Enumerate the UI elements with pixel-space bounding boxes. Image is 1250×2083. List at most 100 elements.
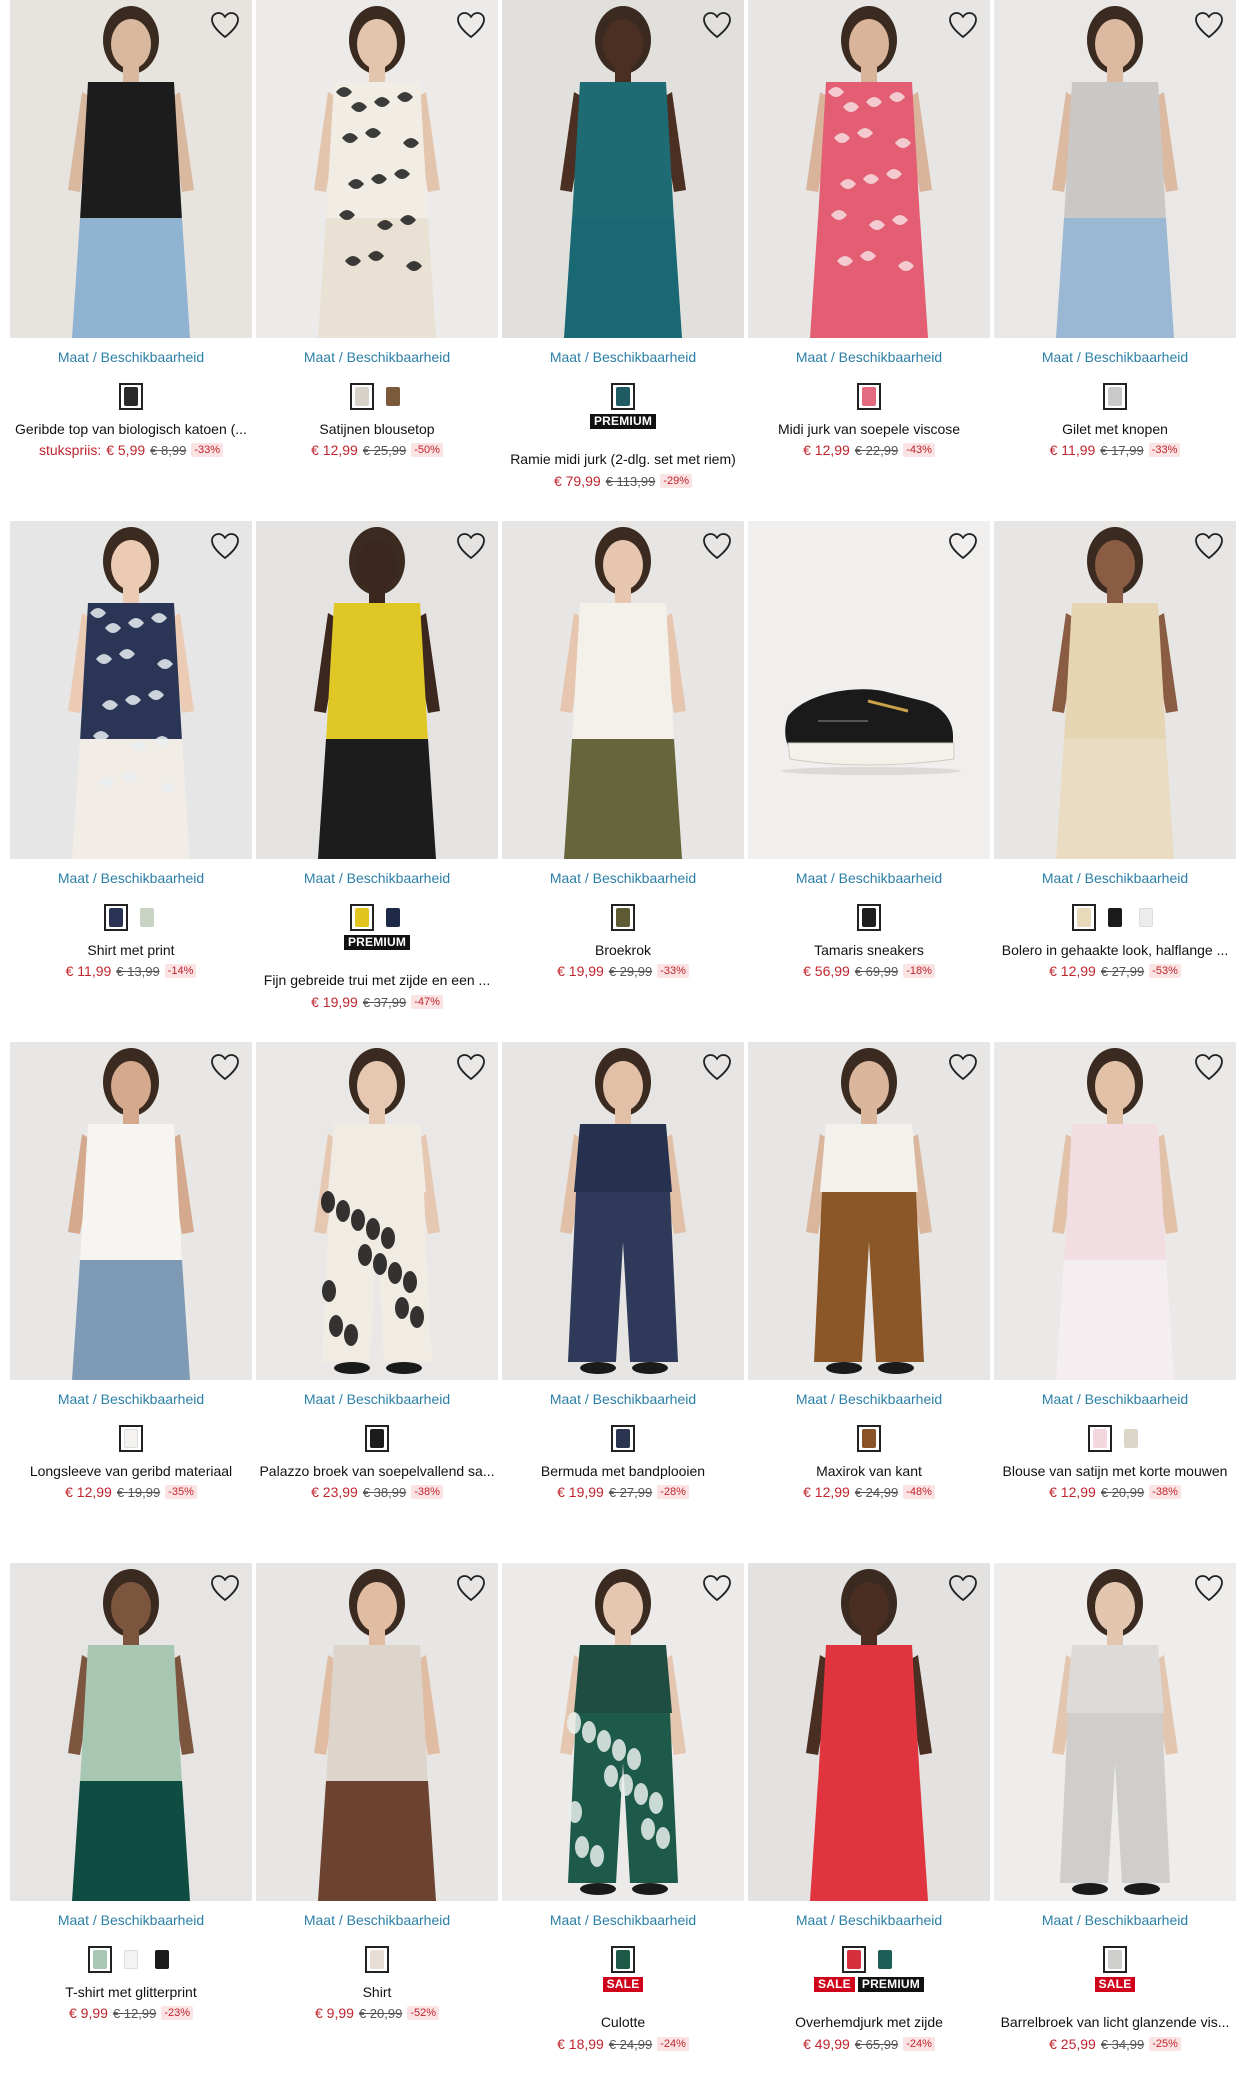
wishlist-heart-icon[interactable] <box>210 10 240 40</box>
product-card[interactable]: Maat / Beschikbaarheid Midi jurk van soep… <box>748 0 990 520</box>
product-card[interactable]: Maat / Beschikbaarheid Maxirok van kant € … <box>748 1042 990 1562</box>
wishlist-heart-icon[interactable] <box>702 1052 732 1082</box>
size-availability-link[interactable]: Maat / Beschikbaarheid <box>994 870 1236 886</box>
size-availability-link[interactable]: Maat / Beschikbaarheid <box>748 1912 990 1928</box>
product-image[interactable] <box>10 521 252 859</box>
product-image[interactable] <box>502 0 744 338</box>
product-card[interactable]: Maat / Beschikbaarheid Shirt € 9,99 € 20,99… <box>256 1563 498 2083</box>
color-swatch[interactable] <box>611 383 635 410</box>
product-image[interactable] <box>256 1563 498 1901</box>
color-swatch[interactable] <box>1134 904 1158 931</box>
product-image[interactable] <box>994 521 1236 859</box>
color-swatch[interactable] <box>365 1425 389 1452</box>
product-card[interactable]: Maat / Beschikbaarheid Palazzo broek van … <box>256 1042 498 1562</box>
color-swatch[interactable] <box>150 1946 174 1973</box>
wishlist-heart-icon[interactable] <box>948 10 978 40</box>
size-availability-link[interactable]: Maat / Beschikbaarheid <box>748 870 990 886</box>
wishlist-heart-icon[interactable] <box>1194 10 1224 40</box>
wishlist-heart-icon[interactable] <box>702 10 732 40</box>
color-swatch[interactable] <box>841 1946 866 1973</box>
color-swatch[interactable] <box>857 1425 881 1452</box>
product-image[interactable] <box>502 1042 744 1380</box>
product-title[interactable]: Broekrok <box>497 942 749 958</box>
color-swatch[interactable] <box>119 383 143 410</box>
product-title[interactable]: Shirt met print <box>5 942 257 958</box>
product-image[interactable] <box>256 0 498 338</box>
color-swatch[interactable] <box>611 904 635 931</box>
wishlist-heart-icon[interactable] <box>210 1573 240 1603</box>
product-card[interactable]: Maat / Beschikbaarheid Satijnen blousetop… <box>256 0 498 520</box>
color-swatch[interactable] <box>1103 904 1127 931</box>
color-swatch[interactable] <box>88 1946 112 1973</box>
product-title[interactable]: T-shirt met glitterprint <box>5 1984 257 2000</box>
size-availability-link[interactable]: Maat / Beschikbaarheid <box>502 1912 744 1928</box>
product-card[interactable]: Maat / Beschikbaarheid PREMIUM Fijn gebrei… <box>256 521 498 1041</box>
product-card[interactable]: Maat / Beschikbaarheid Bermuda met bandpl… <box>502 1042 744 1562</box>
size-availability-link[interactable]: Maat / Beschikbaarheid <box>994 1912 1236 1928</box>
product-title[interactable]: Tamaris sneakers <box>743 942 995 958</box>
wishlist-heart-icon[interactable] <box>456 531 486 561</box>
wishlist-heart-icon[interactable] <box>1194 531 1224 561</box>
size-availability-link[interactable]: Maat / Beschikbaarheid <box>10 1912 252 1928</box>
wishlist-heart-icon[interactable] <box>1194 1052 1224 1082</box>
product-title[interactable]: Shirt <box>251 1984 503 2000</box>
product-title[interactable]: Midi jurk van soepele viscose <box>743 421 995 437</box>
wishlist-heart-icon[interactable] <box>948 1573 978 1603</box>
product-title[interactable]: Culotte <box>497 2014 749 2030</box>
product-card[interactable]: Maat / Beschikbaarheid SALE Barrelbroek va… <box>994 1563 1236 2083</box>
product-card[interactable]: Maat / Beschikbaarheid Geribde top van bi… <box>10 0 252 520</box>
color-swatch[interactable] <box>349 383 374 410</box>
product-title[interactable]: Blouse van satijn met korte mouwen <box>989 1463 1241 1479</box>
size-availability-link[interactable]: Maat / Beschikbaarheid <box>256 1912 498 1928</box>
product-title[interactable]: Fijn gebreide trui met zijde en een ... <box>251 972 503 988</box>
product-image[interactable] <box>256 1042 498 1380</box>
product-card[interactable]: Maat / Beschikbaarheid SALE Culotte € 18,99… <box>502 1563 744 2083</box>
product-image[interactable] <box>748 1563 990 1901</box>
wishlist-heart-icon[interactable] <box>210 1052 240 1082</box>
color-swatch[interactable] <box>349 904 374 931</box>
color-swatch[interactable] <box>119 1425 143 1452</box>
size-availability-link[interactable]: Maat / Beschikbaarheid <box>10 1391 252 1407</box>
wishlist-heart-icon[interactable] <box>456 1052 486 1082</box>
product-card[interactable]: Maat / Beschikbaarheid PREMIUM Ramie midi … <box>502 0 744 520</box>
product-image[interactable] <box>994 1563 1236 1901</box>
product-card[interactable]: Maat / Beschikbaarheid SALE PREMIUM Overhem… <box>748 1563 990 2083</box>
product-title[interactable]: Bermuda met bandplooien <box>497 1463 749 1479</box>
wishlist-heart-icon[interactable] <box>702 1573 732 1603</box>
size-availability-link[interactable]: Maat / Beschikbaarheid <box>256 1391 498 1407</box>
size-availability-link[interactable]: Maat / Beschikbaarheid <box>748 349 990 365</box>
wishlist-heart-icon[interactable] <box>702 531 732 561</box>
product-card[interactable]: Maat / Beschikbaarheid Broekrok € 19,99 € 2… <box>502 521 744 1041</box>
size-availability-link[interactable]: Maat / Beschikbaarheid <box>10 349 252 365</box>
color-swatch[interactable] <box>611 1425 635 1452</box>
product-card[interactable]: Maat / Beschikbaarheid Bolero in gehaakte… <box>994 521 1236 1041</box>
color-swatch[interactable] <box>119 1946 143 1973</box>
size-availability-link[interactable]: Maat / Beschikbaarheid <box>994 1391 1236 1407</box>
product-title[interactable]: Barrelbroek van licht glanzende vis... <box>989 2014 1241 2030</box>
product-image[interactable] <box>748 1042 990 1380</box>
product-image[interactable] <box>994 1042 1236 1380</box>
product-image[interactable] <box>502 521 744 859</box>
color-swatch[interactable] <box>380 904 405 931</box>
product-card[interactable]: Maat / Beschikbaarheid Longsleeve van ger… <box>10 1042 252 1562</box>
size-availability-link[interactable]: Maat / Beschikbaarheid <box>502 349 744 365</box>
wishlist-heart-icon[interactable] <box>948 531 978 561</box>
product-title[interactable]: Palazzo broek van soepelvallend sa... <box>251 1463 503 1479</box>
color-swatch[interactable] <box>872 1946 897 1973</box>
color-swatch[interactable] <box>1118 1425 1143 1452</box>
color-swatch[interactable] <box>1072 904 1096 931</box>
product-image[interactable] <box>748 521 990 859</box>
product-image[interactable] <box>10 0 252 338</box>
product-title[interactable]: Longsleeve van geribd materiaal <box>5 1463 257 1479</box>
color-swatch[interactable] <box>1087 1425 1112 1452</box>
product-image[interactable] <box>256 521 498 859</box>
size-availability-link[interactable]: Maat / Beschikbaarheid <box>502 1391 744 1407</box>
wishlist-heart-icon[interactable] <box>456 1573 486 1603</box>
wishlist-heart-icon[interactable] <box>948 1052 978 1082</box>
product-title[interactable]: Maxirok van kant <box>743 1463 995 1479</box>
product-title[interactable]: Geribde top van biologisch katoen (... <box>5 421 257 437</box>
color-swatch[interactable] <box>857 904 881 931</box>
color-swatch[interactable] <box>380 383 405 410</box>
color-swatch[interactable] <box>103 904 128 931</box>
size-availability-link[interactable]: Maat / Beschikbaarheid <box>748 1391 990 1407</box>
